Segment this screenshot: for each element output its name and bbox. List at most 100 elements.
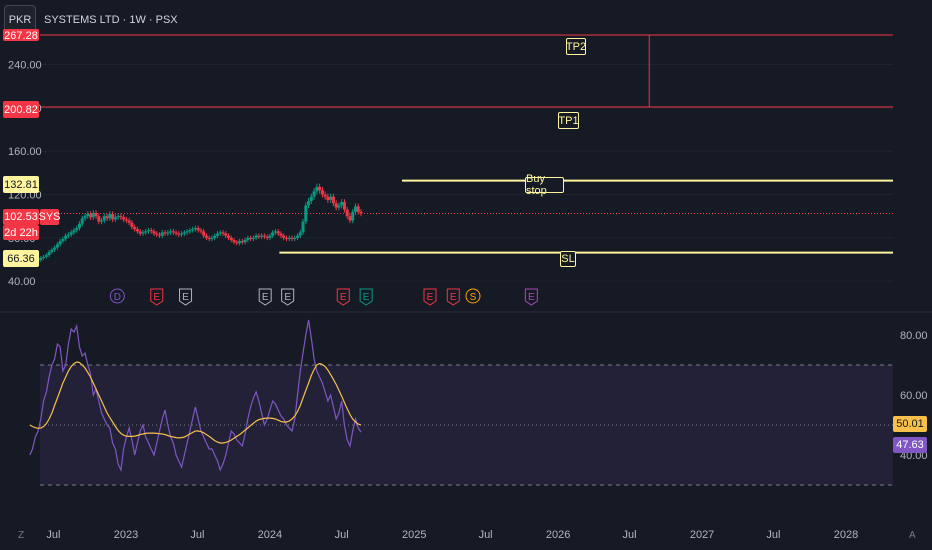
tp2-label[interactable]: TP2 [566, 38, 586, 55]
candle-body [111, 214, 115, 220]
candle-body [174, 232, 178, 234]
candle-body [100, 220, 104, 222]
marker-letter: E [153, 292, 160, 303]
time-tick-label: 2027 [690, 529, 714, 541]
candle-body [171, 231, 175, 233]
candle [251, 235, 255, 242]
candle [182, 230, 186, 236]
candle-body [273, 231, 277, 233]
candle-body [122, 217, 126, 220]
candle-body [105, 216, 109, 219]
marker-letter: E [182, 292, 189, 303]
candle [287, 235, 291, 242]
candle-body [75, 228, 79, 231]
candle [111, 211, 115, 223]
candle-body [240, 241, 244, 243]
marker-letter: E [340, 292, 347, 303]
earnings-marker[interactable]: E [258, 288, 272, 306]
candle [97, 213, 101, 225]
candle [279, 231, 283, 238]
candle [359, 209, 363, 217]
earnings-marker[interactable]: E [446, 288, 460, 306]
candle [44, 253, 48, 259]
candle [180, 231, 184, 237]
earnings-marker[interactable]: E [336, 288, 350, 306]
candle-body [356, 206, 360, 212]
candle-body [348, 216, 352, 221]
candle [345, 206, 349, 219]
marker-letter: E [363, 292, 370, 303]
buy-stop-label[interactable]: Buy stop [525, 173, 564, 197]
candle [221, 230, 225, 236]
candle-body [94, 212, 98, 217]
earnings-marker[interactable]: E [150, 288, 164, 306]
candle [146, 227, 150, 234]
dividend-marker[interactable]: D [109, 288, 125, 304]
marker-letter: E [427, 292, 434, 303]
candle-body [260, 235, 264, 237]
candle-body [296, 235, 300, 238]
sl-label[interactable]: SL [560, 251, 576, 267]
candle [130, 220, 134, 230]
tp1-label[interactable]: TP1 [558, 112, 579, 129]
candle [47, 249, 51, 258]
candle [163, 230, 167, 236]
candle-body [235, 242, 239, 244]
candle [158, 232, 162, 238]
candle-body [309, 196, 313, 202]
candle [53, 245, 57, 252]
candle [218, 230, 222, 236]
candle-body [276, 231, 280, 234]
candle [193, 225, 197, 232]
earnings-marker[interactable]: E [524, 288, 538, 306]
candle-body [312, 191, 316, 197]
candle [105, 213, 109, 222]
candle-body [72, 230, 76, 233]
candle-body [124, 219, 128, 221]
candle [224, 231, 228, 238]
earnings-marker[interactable]: E [423, 288, 437, 306]
earnings-marker[interactable]: E [179, 288, 193, 306]
symbol-title[interactable]: SYSTEMS LTD · 1W · PSX [44, 14, 178, 26]
candle [141, 230, 145, 236]
earnings-marker[interactable]: E [359, 288, 373, 306]
candle-body [146, 230, 150, 232]
candle [276, 228, 280, 236]
time-tick-label: 2025 [402, 529, 426, 541]
chart-canvas[interactable]: 240.00200.00160.00120.0080.0040.00 80.00… [0, 0, 932, 550]
rsi-tick-label: 60.00 [900, 390, 928, 402]
candle-body [119, 216, 123, 218]
rsi-pane [29, 319, 893, 486]
event-markers: DEEEEEEEESE [109, 288, 538, 306]
rsi-ma-value-label: 50.01 [893, 416, 927, 432]
split-marker[interactable]: S [465, 288, 481, 304]
candle [116, 213, 120, 220]
candle [80, 215, 84, 227]
zoom-button[interactable]: Z [18, 530, 24, 541]
time-tick-label: 2024 [258, 529, 282, 541]
candle-body [351, 211, 355, 221]
candle [229, 235, 233, 243]
price-tick-label: 240.00 [8, 60, 42, 72]
candle-body [155, 233, 159, 235]
sl-price-label: 66.36 [3, 250, 39, 267]
candle-body [39, 257, 43, 261]
auto-scale-button[interactable]: A [909, 530, 916, 541]
candle-body [58, 241, 62, 245]
candle-body [144, 231, 148, 233]
candle-body [55, 244, 59, 248]
candle [334, 200, 338, 211]
candle [149, 227, 153, 234]
candle-body [254, 235, 258, 238]
time-axis[interactable]: Jul 2023 Jul 2024 Jul 2025 Jul 2026 Jul 2027 Jul 20… [46, 529, 858, 541]
candle-body [108, 214, 112, 219]
candle-body [284, 237, 288, 239]
candle-body [229, 237, 233, 241]
earnings-marker[interactable]: E [281, 288, 295, 306]
candle-body [293, 237, 297, 239]
marker-letter: D [114, 292, 121, 303]
candle [155, 231, 159, 237]
marker-letter: E [262, 292, 269, 303]
candle-body [185, 231, 189, 233]
candle-body [268, 235, 272, 238]
